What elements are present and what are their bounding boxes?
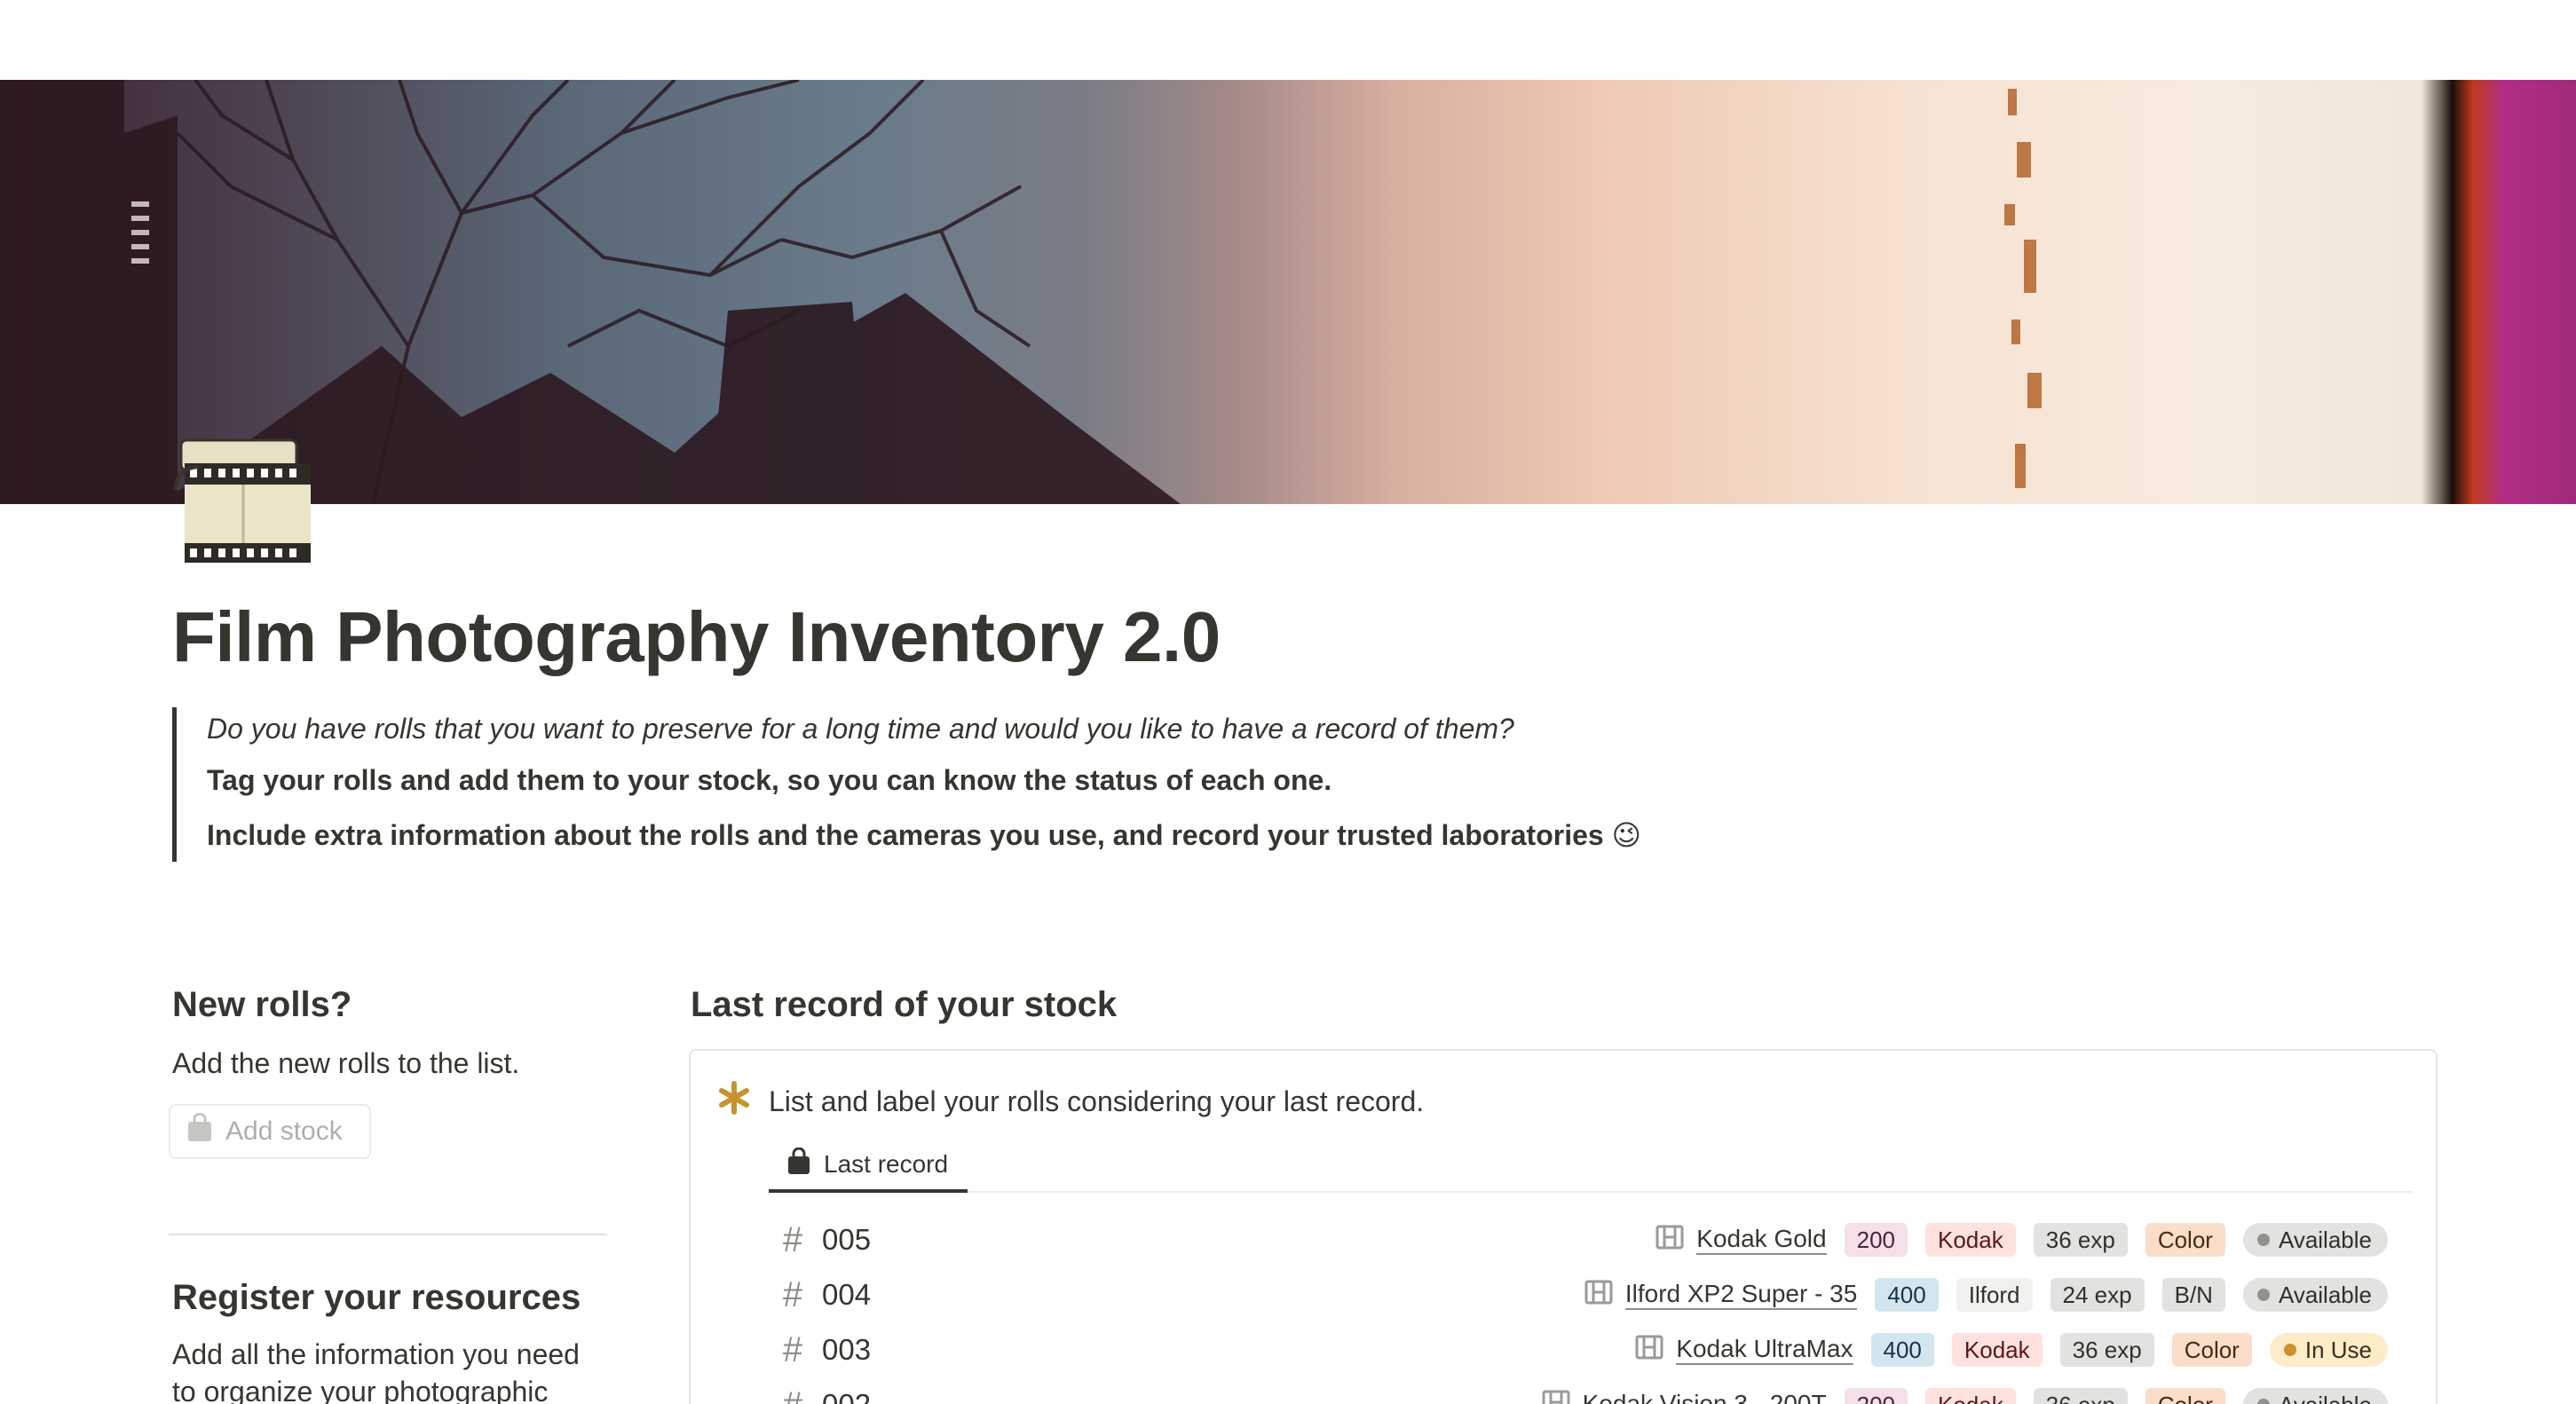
stock-note: List and label your rolls considering yo… <box>717 1081 1424 1122</box>
cover-image <box>0 80 2576 504</box>
roll-name-text: Kodak Vision 3 - 200T <box>1583 1390 1827 1404</box>
film-frames-icon <box>1655 1225 1684 1256</box>
brand-tag: Kodak <box>1951 1333 2043 1367</box>
row-id: #003 <box>778 1330 871 1370</box>
hash-icon: # <box>778 1385 808 1404</box>
iso-tag: 200 <box>1844 1388 1908 1404</box>
exposures-tag: 36 exp <box>2059 1333 2154 1367</box>
brand-tag: Kodak <box>1925 1388 2016 1404</box>
tab-last-record[interactable]: Last record <box>769 1140 968 1193</box>
exposures-tag: 36 exp <box>2033 1388 2128 1404</box>
row-properties: Kodak UltraMax 400 Kodak 36 exp Color In Use <box>1635 1322 2388 1377</box>
tab-label: Last record <box>824 1150 949 1178</box>
register-heading: Register your resources <box>172 1278 581 1317</box>
divider <box>169 1234 607 1235</box>
row-id-text: 005 <box>822 1223 872 1256</box>
row-id-text: 003 <box>822 1333 872 1366</box>
status-dot <box>2256 1289 2270 1301</box>
status-badge: Available <box>2242 1388 2388 1404</box>
stock-list: #005 Kodak Gold 200 Kodak 36 exp Color Availab… <box>778 1212 2388 1404</box>
hash-icon: # <box>782 1219 803 1259</box>
stock-row[interactable]: #005 Kodak Gold 200 Kodak 36 exp Color Availab… <box>778 1212 2388 1267</box>
film-type-tag: Color <box>2145 1223 2225 1257</box>
status-badge: Available <box>2242 1223 2388 1257</box>
intro-line-3: Include extra information about the roll… <box>207 819 1641 851</box>
roll-name[interactable]: Kodak Vision 3 - 200T <box>1542 1390 1827 1404</box>
intro-quote: Do you have rolls that you want to prese… <box>172 707 1641 862</box>
film-type-tag: Color <box>2145 1388 2225 1404</box>
film-roll-icon[interactable] <box>172 437 314 568</box>
row-id: #005 <box>778 1220 871 1260</box>
hash-icon: # <box>782 1329 803 1369</box>
status-dot <box>2256 1399 2270 1404</box>
roll-name[interactable]: Ilford XP2 Super - 35 <box>1584 1280 1858 1311</box>
register-text-1: Add all the information you need <box>172 1338 580 1370</box>
asterisk-icon <box>717 1081 751 1122</box>
iso-tag: 400 <box>1875 1278 1939 1312</box>
roll-name[interactable]: Kodak Gold <box>1655 1225 1827 1256</box>
exposures-tag: 24 exp <box>2050 1278 2145 1312</box>
roll-name-text: Kodak UltraMax <box>1676 1335 1853 1365</box>
row-id-text: 004 <box>822 1278 872 1311</box>
stock-row[interactable]: #004 Ilford XP2 Super - 35 400 Ilford 24 exp… <box>778 1267 2388 1322</box>
row-properties: Ilford XP2 Super - 35 400 Ilford 24 exp B/N A… <box>1584 1267 2388 1322</box>
stock-heading-wrap: Last record of your stock <box>691 985 1117 1025</box>
intro-line-2: Tag your rolls and add them to your stoc… <box>207 764 1332 796</box>
add-stock-button[interactable]: Add stock <box>169 1104 371 1159</box>
new-rolls-text: Add the new rolls to the list. <box>172 1047 520 1079</box>
film-type-tag: B/N <box>2161 1278 2225 1312</box>
shopping-bag-icon <box>186 1112 213 1150</box>
stock-note-text: List and label your rolls considering yo… <box>769 1085 1425 1117</box>
left-column: New rolls? Add the new rolls to the list… <box>172 985 607 1082</box>
hash-icon: # <box>782 1274 803 1314</box>
status-dot <box>2256 1234 2270 1246</box>
page-title: Film Photography Inventory 2.0 <box>172 597 1221 676</box>
stock-row[interactable]: #002 Kodak Vision 3 - 200T 200 Kodak 36 exp C… <box>778 1377 2388 1404</box>
iso-tag: 400 <box>1870 1333 1934 1367</box>
row-id-text: 002 <box>822 1388 871 1404</box>
stock-callout: List and label your rolls considering yo… <box>689 1049 2438 1404</box>
film-frames-icon <box>1542 1390 1570 1404</box>
top-bar <box>0 0 2576 80</box>
shopping-bag-icon <box>786 1147 811 1182</box>
status-text: Available <box>2279 1392 2372 1404</box>
register-text-2: to organize your photographic <box>172 1376 549 1404</box>
iso-tag: 200 <box>1844 1223 1908 1257</box>
brand-tag: Kodak <box>1925 1223 2016 1257</box>
status-dot <box>2283 1344 2296 1356</box>
intro-line-1: Do you have rolls that you want to prese… <box>207 713 1514 745</box>
status-badge: In Use <box>2269 1333 2388 1367</box>
view-tabs: Last record <box>769 1140 2413 1193</box>
status-text: Available <box>2278 1282 2372 1308</box>
status-text: Available <box>2278 1227 2372 1253</box>
row-properties: Kodak Gold 200 Kodak 36 exp Color Available <box>1655 1212 2388 1267</box>
stock-heading: Last record of your stock <box>691 985 1118 1024</box>
row-id: #004 <box>778 1275 871 1315</box>
exposures-tag: 36 exp <box>2033 1223 2128 1257</box>
brand-tag: Ilford <box>1956 1278 2033 1312</box>
stock-row[interactable]: #003 Kodak UltraMax 400 Kodak 36 exp Color In … <box>778 1322 2388 1377</box>
film-frames-icon <box>1584 1280 1613 1311</box>
roll-name[interactable]: Kodak UltraMax <box>1635 1335 1853 1366</box>
film-type-tag: Color <box>2171 1333 2252 1367</box>
status-badge: Available <box>2242 1278 2388 1312</box>
add-stock-label: Add stock <box>225 1116 343 1146</box>
new-rolls-heading: New rolls? <box>172 985 352 1024</box>
roll-name-text: Kodak Gold <box>1696 1225 1827 1255</box>
register-section: Register your resources Add all the info… <box>172 1278 581 1404</box>
row-properties: Kodak Vision 3 - 200T 200 Kodak 36 exp Color… <box>1542 1377 2388 1404</box>
film-frames-icon <box>1635 1335 1663 1366</box>
row-id: #002 <box>778 1385 871 1404</box>
status-text: In Use <box>2304 1337 2372 1363</box>
roll-name-text: Ilford XP2 Super - 35 <box>1624 1280 1858 1310</box>
